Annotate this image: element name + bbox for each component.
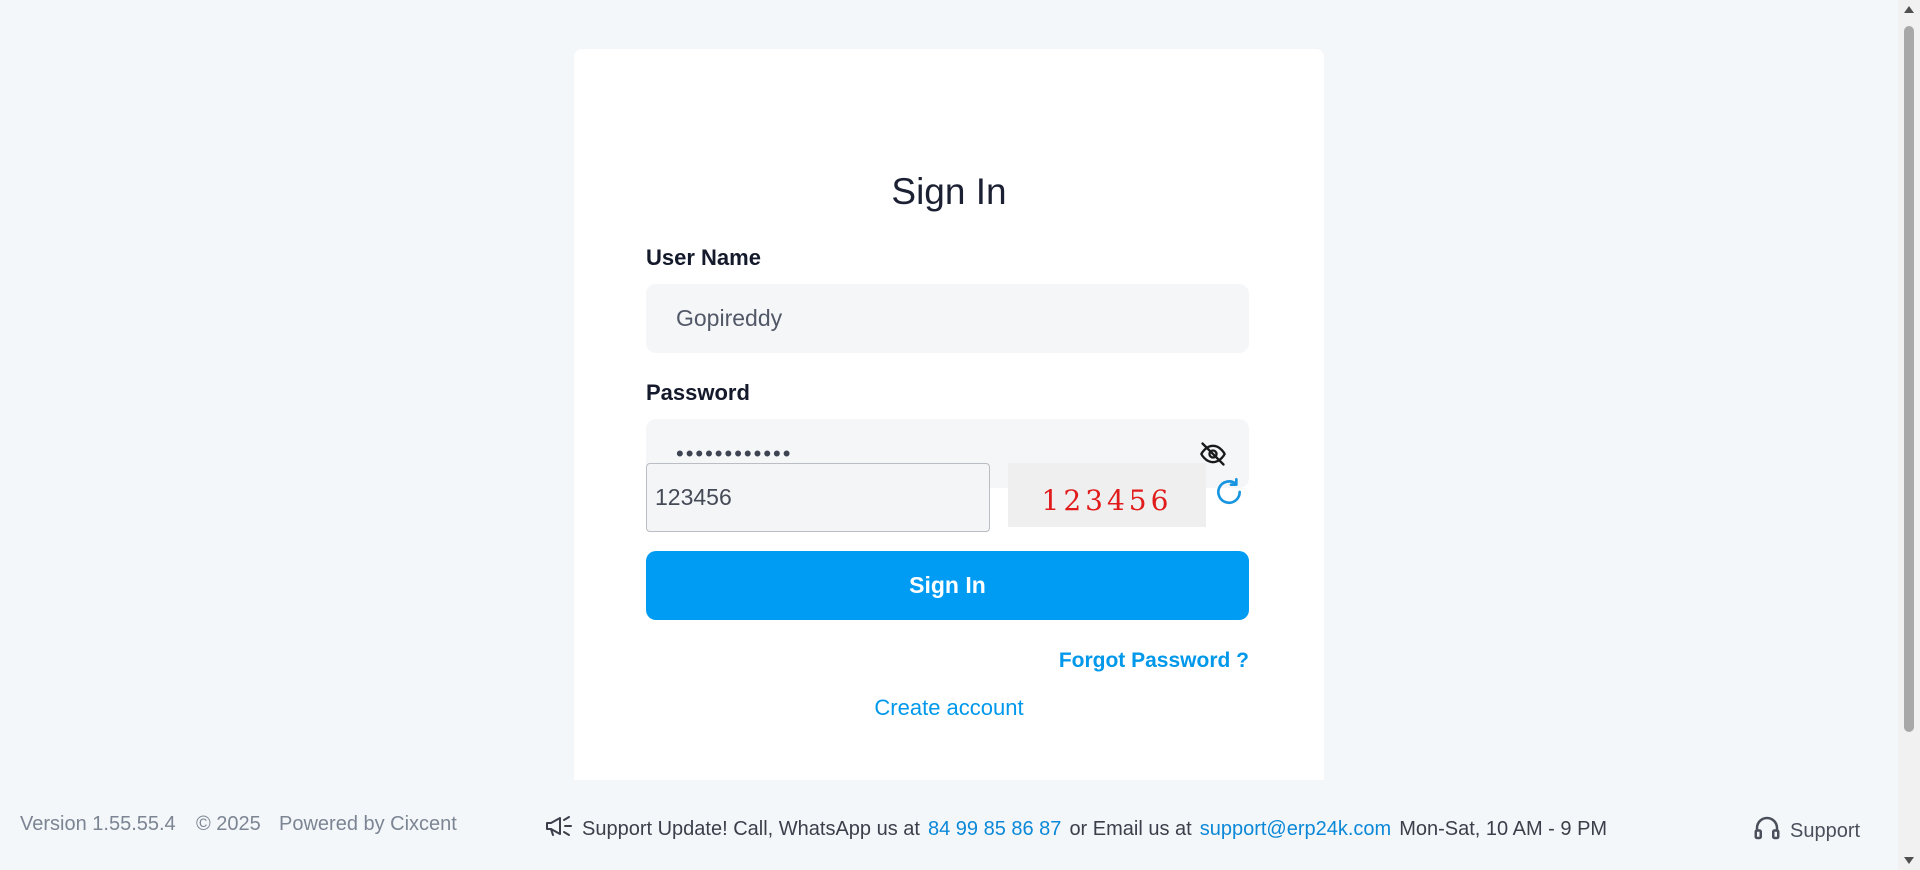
forgot-password-link[interactable]: Forgot Password ? <box>1059 649 1249 673</box>
username-value: Gopireddy <box>676 305 783 331</box>
captcha-input-value: 123456 <box>655 484 732 510</box>
support-prefix-text: Support Update! Call, WhatsApp us at <box>582 817 920 840</box>
powered-by-text: Powered by Cixcent <box>279 813 457 835</box>
scroll-thumb[interactable] <box>1904 26 1914 732</box>
support-button[interactable]: Support <box>1752 813 1860 849</box>
username-field[interactable]: Gopireddy <box>646 284 1249 353</box>
support-hours-text: Mon-Sat, 10 AM - 9 PM <box>1399 817 1608 840</box>
signin-button[interactable]: Sign In <box>646 551 1249 620</box>
username-label: User Name <box>646 245 761 270</box>
scroll-up-arrow-icon[interactable] <box>1904 6 1914 13</box>
support-phone-link[interactable]: 84 99 85 86 87 <box>928 818 1061 841</box>
captcha-input[interactable]: 123456 <box>646 463 990 532</box>
page-title: Sign In <box>891 171 1007 212</box>
scroll-down-arrow-icon[interactable] <box>1904 857 1914 864</box>
support-label: Support <box>1790 819 1861 842</box>
support-email-link[interactable]: support@erp24k.com <box>1200 818 1392 841</box>
refresh-icon[interactable] <box>1213 476 1245 508</box>
support-update: Support Update! Call, WhatsApp us at 84 … <box>544 813 1607 845</box>
email-prefix-text: or Email us at <box>1069 817 1192 840</box>
version-text: Version 1.55.55.4 <box>20 813 176 835</box>
create-account-link[interactable]: Create account <box>574 695 1324 721</box>
captcha-image: 123456 <box>1008 463 1206 527</box>
footer: Version 1.55.55.4 © 2025 Powered by Cixc… <box>0 780 1898 870</box>
vertical-scrollbar[interactable] <box>1898 0 1920 870</box>
megaphone-icon <box>544 813 574 845</box>
password-label: Password <box>646 380 750 405</box>
headset-icon <box>1752 813 1782 849</box>
captcha-image-text: 123456 <box>1041 483 1173 517</box>
signin-card: Sign In User Name Gopireddy Password •••… <box>574 49 1324 809</box>
copyright-text: © 2025 <box>196 813 261 835</box>
